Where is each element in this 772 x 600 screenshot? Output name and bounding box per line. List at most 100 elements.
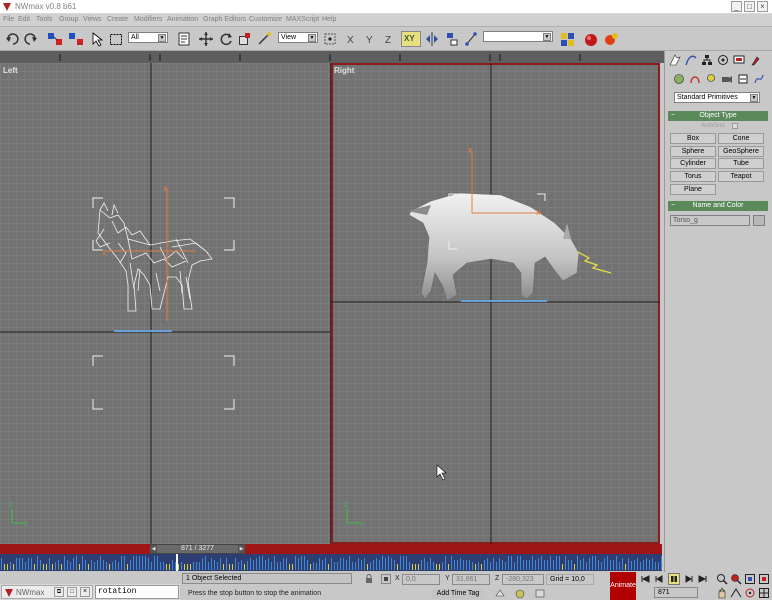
hierarchy-tab-icon[interactable] xyxy=(701,54,713,66)
menu-maxscript[interactable]: MAXScript xyxy=(286,16,319,23)
add-time-tag-button[interactable]: Add Time Tag xyxy=(432,589,484,599)
x-coordinate-field[interactable]: 0,0 xyxy=(402,574,440,585)
selection-filter-dropdown[interactable]: All ▼ xyxy=(128,32,168,43)
min-max-toggle-button[interactable] xyxy=(758,587,770,599)
plane-button[interactable]: Plane xyxy=(670,184,716,195)
menu-edit[interactable]: Edit xyxy=(18,16,30,23)
motion-tab-icon[interactable] xyxy=(717,54,729,66)
current-frame-field[interactable]: 871 xyxy=(654,587,698,598)
named-selection-dropdown[interactable]: ▼ xyxy=(483,31,553,42)
menu-help[interactable]: Help xyxy=(322,16,336,23)
shapes-icon[interactable] xyxy=(689,73,701,85)
zoom-all-button[interactable] xyxy=(730,573,742,585)
pan-button[interactable] xyxy=(716,587,728,599)
tube-button[interactable]: Tube xyxy=(718,158,764,169)
menu-file[interactable]: File xyxy=(3,16,14,23)
y-coordinate-field[interactable]: 31,861 xyxy=(452,574,490,585)
select-manipulate-button[interactable] xyxy=(257,31,271,47)
time-slider-thumb[interactable]: 871 / 3277 xyxy=(150,544,245,554)
undo-button[interactable] xyxy=(5,31,19,47)
teapot-button[interactable]: Teapot xyxy=(718,171,764,182)
z-coordinate-field[interactable]: -280,323 xyxy=(502,574,544,585)
helpers-icon[interactable] xyxy=(737,73,749,85)
zoom-extents-button[interactable] xyxy=(744,573,756,585)
scale-button[interactable] xyxy=(238,31,252,47)
move-button[interactable] xyxy=(198,31,214,47)
go-to-start-button[interactable] xyxy=(640,574,650,584)
menu-group[interactable]: Group xyxy=(59,16,78,23)
torus-button[interactable]: Torus xyxy=(670,171,716,182)
absolute-mode-button[interactable] xyxy=(381,574,391,584)
minimize-button[interactable]: _ xyxy=(731,1,742,12)
maxscript-listener-input[interactable]: rotation xyxy=(95,585,179,599)
name-color-rollout-header[interactable]: − Name and Color xyxy=(668,201,768,211)
create-tab-icon[interactable] xyxy=(669,54,681,66)
material-editor-button[interactable] xyxy=(560,31,576,47)
angle-snap-button[interactable] xyxy=(514,588,526,599)
time-slider-track[interactable] xyxy=(0,544,662,554)
select-object-button[interactable] xyxy=(91,31,103,47)
menu-modifiers[interactable]: Modifiers xyxy=(134,16,162,23)
maximize-icon[interactable]: □ xyxy=(67,587,77,597)
close-icon[interactable]: × xyxy=(80,587,90,597)
primitive-type-dropdown[interactable]: Standard Primitives ▼ xyxy=(674,92,760,103)
viewport-left[interactable]: Left x x Z Y xyxy=(0,63,330,544)
animate-button[interactable]: Animate xyxy=(610,572,636,600)
restore-icon[interactable]: ⧉ xyxy=(54,587,64,597)
sphere-button[interactable]: Sphere xyxy=(670,146,716,157)
cone-button[interactable]: Cone xyxy=(718,133,764,144)
display-tab-icon[interactable] xyxy=(733,54,745,66)
select-by-name-button[interactable] xyxy=(177,31,191,47)
select-and-link-button[interactable] xyxy=(47,31,63,47)
space-warps-icon[interactable] xyxy=(753,73,765,85)
maximize-button[interactable]: □ xyxy=(744,1,755,12)
time-next-arrow-icon[interactable]: ▶ xyxy=(238,545,245,553)
arc-rotate-button[interactable] xyxy=(744,587,756,599)
percent-snap-button[interactable] xyxy=(534,588,546,599)
redo-button[interactable] xyxy=(24,31,38,47)
object-type-rollout-header[interactable]: − Object Type xyxy=(668,111,768,121)
align-button[interactable] xyxy=(445,31,459,47)
zoom-extents-all-button[interactable] xyxy=(758,573,770,585)
go-to-end-button[interactable] xyxy=(698,574,708,584)
menu-customize[interactable]: Customize xyxy=(249,16,282,23)
object-name-field[interactable]: Torso_g xyxy=(670,215,750,226)
box-button[interactable]: Box xyxy=(670,133,716,144)
close-button[interactable]: × xyxy=(757,1,768,12)
utilities-tab-icon[interactable] xyxy=(749,54,761,66)
menu-graph-editors[interactable]: Graph Editors xyxy=(203,16,246,23)
mirror-button[interactable] xyxy=(425,31,439,47)
viewport-right[interactable]: Right x x Z Y xyxy=(331,63,660,544)
restrict-plane-button[interactable]: XY xyxy=(401,31,421,47)
restrict-x-button[interactable]: X xyxy=(345,31,359,47)
taskbar-app-button[interactable]: NWmax ⧉ □ × xyxy=(1,585,93,599)
restrict-z-button[interactable]: Z xyxy=(383,31,397,47)
geometry-icon[interactable] xyxy=(673,73,685,85)
unlink-button[interactable] xyxy=(68,31,84,47)
autogrid-checkbox[interactable] xyxy=(732,123,738,129)
restrict-y-button[interactable]: Y xyxy=(364,31,378,47)
lights-icon[interactable] xyxy=(705,73,717,85)
spacing-tool-button[interactable] xyxy=(464,31,478,47)
menu-views[interactable]: Views xyxy=(83,16,102,23)
geosphere-button[interactable]: GeoSphere xyxy=(718,146,764,157)
stop-button[interactable] xyxy=(668,573,680,585)
cylinder-button[interactable]: Cylinder xyxy=(670,158,716,169)
render-scene-button[interactable] xyxy=(582,31,600,47)
menu-tools[interactable]: Tools xyxy=(36,16,52,23)
quick-render-button[interactable] xyxy=(602,31,620,47)
menu-create[interactable]: Create xyxy=(107,16,128,23)
next-frame-button[interactable] xyxy=(684,574,694,584)
track-bar[interactable] xyxy=(0,554,662,571)
menu-animation[interactable]: Animation xyxy=(167,16,198,23)
object-color-swatch[interactable] xyxy=(753,215,765,226)
zoom-button[interactable] xyxy=(716,573,728,585)
time-prev-arrow-icon[interactable]: ◀ xyxy=(150,545,157,553)
region-select-button[interactable] xyxy=(109,31,123,47)
modify-tab-icon[interactable] xyxy=(685,54,697,66)
rotate-button[interactable] xyxy=(218,31,234,47)
reference-coord-dropdown[interactable]: View ▼ xyxy=(278,32,318,43)
lock-selection-button[interactable] xyxy=(364,574,374,584)
field-of-view-button[interactable] xyxy=(730,587,742,599)
snap-toggle-button[interactable] xyxy=(494,588,506,599)
